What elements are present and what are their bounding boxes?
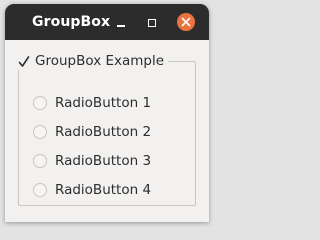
radio-button-2[interactable]: RadioButton 2: [33, 117, 151, 146]
radio-circle-icon[interactable]: [33, 124, 47, 139]
radio-button-4[interactable]: RadioButton 4: [33, 175, 151, 204]
radio-label: RadioButton 2: [55, 123, 152, 140]
app-window: GroupBox GroupBox Example RadioButton 1: [5, 4, 209, 222]
close-icon[interactable]: [177, 13, 195, 31]
radio-circle-icon[interactable]: [33, 182, 47, 197]
radio-label: RadioButton 1: [55, 94, 152, 111]
radio-circle-icon[interactable]: [33, 95, 47, 110]
window-title: GroupBox: [32, 14, 111, 30]
group-box-title: GroupBox Example: [35, 53, 165, 69]
radio-list: RadioButton 1 RadioButton 2 RadioButton …: [33, 88, 151, 204]
radio-label: RadioButton 4: [55, 181, 152, 198]
radio-button-1[interactable]: RadioButton 1: [33, 88, 151, 117]
minimize-icon[interactable]: [113, 14, 131, 32]
maximize-icon[interactable]: [143, 14, 161, 32]
radio-button-3[interactable]: RadioButton 3: [33, 146, 151, 175]
checkmark-icon[interactable]: [18, 54, 30, 68]
title-bar[interactable]: GroupBox: [5, 4, 209, 40]
group-box-header[interactable]: GroupBox Example: [18, 52, 169, 70]
group-box: GroupBox Example RadioButton 1 RadioButt…: [18, 52, 196, 206]
radio-label: RadioButton 3: [55, 152, 152, 169]
radio-circle-icon[interactable]: [33, 153, 47, 168]
